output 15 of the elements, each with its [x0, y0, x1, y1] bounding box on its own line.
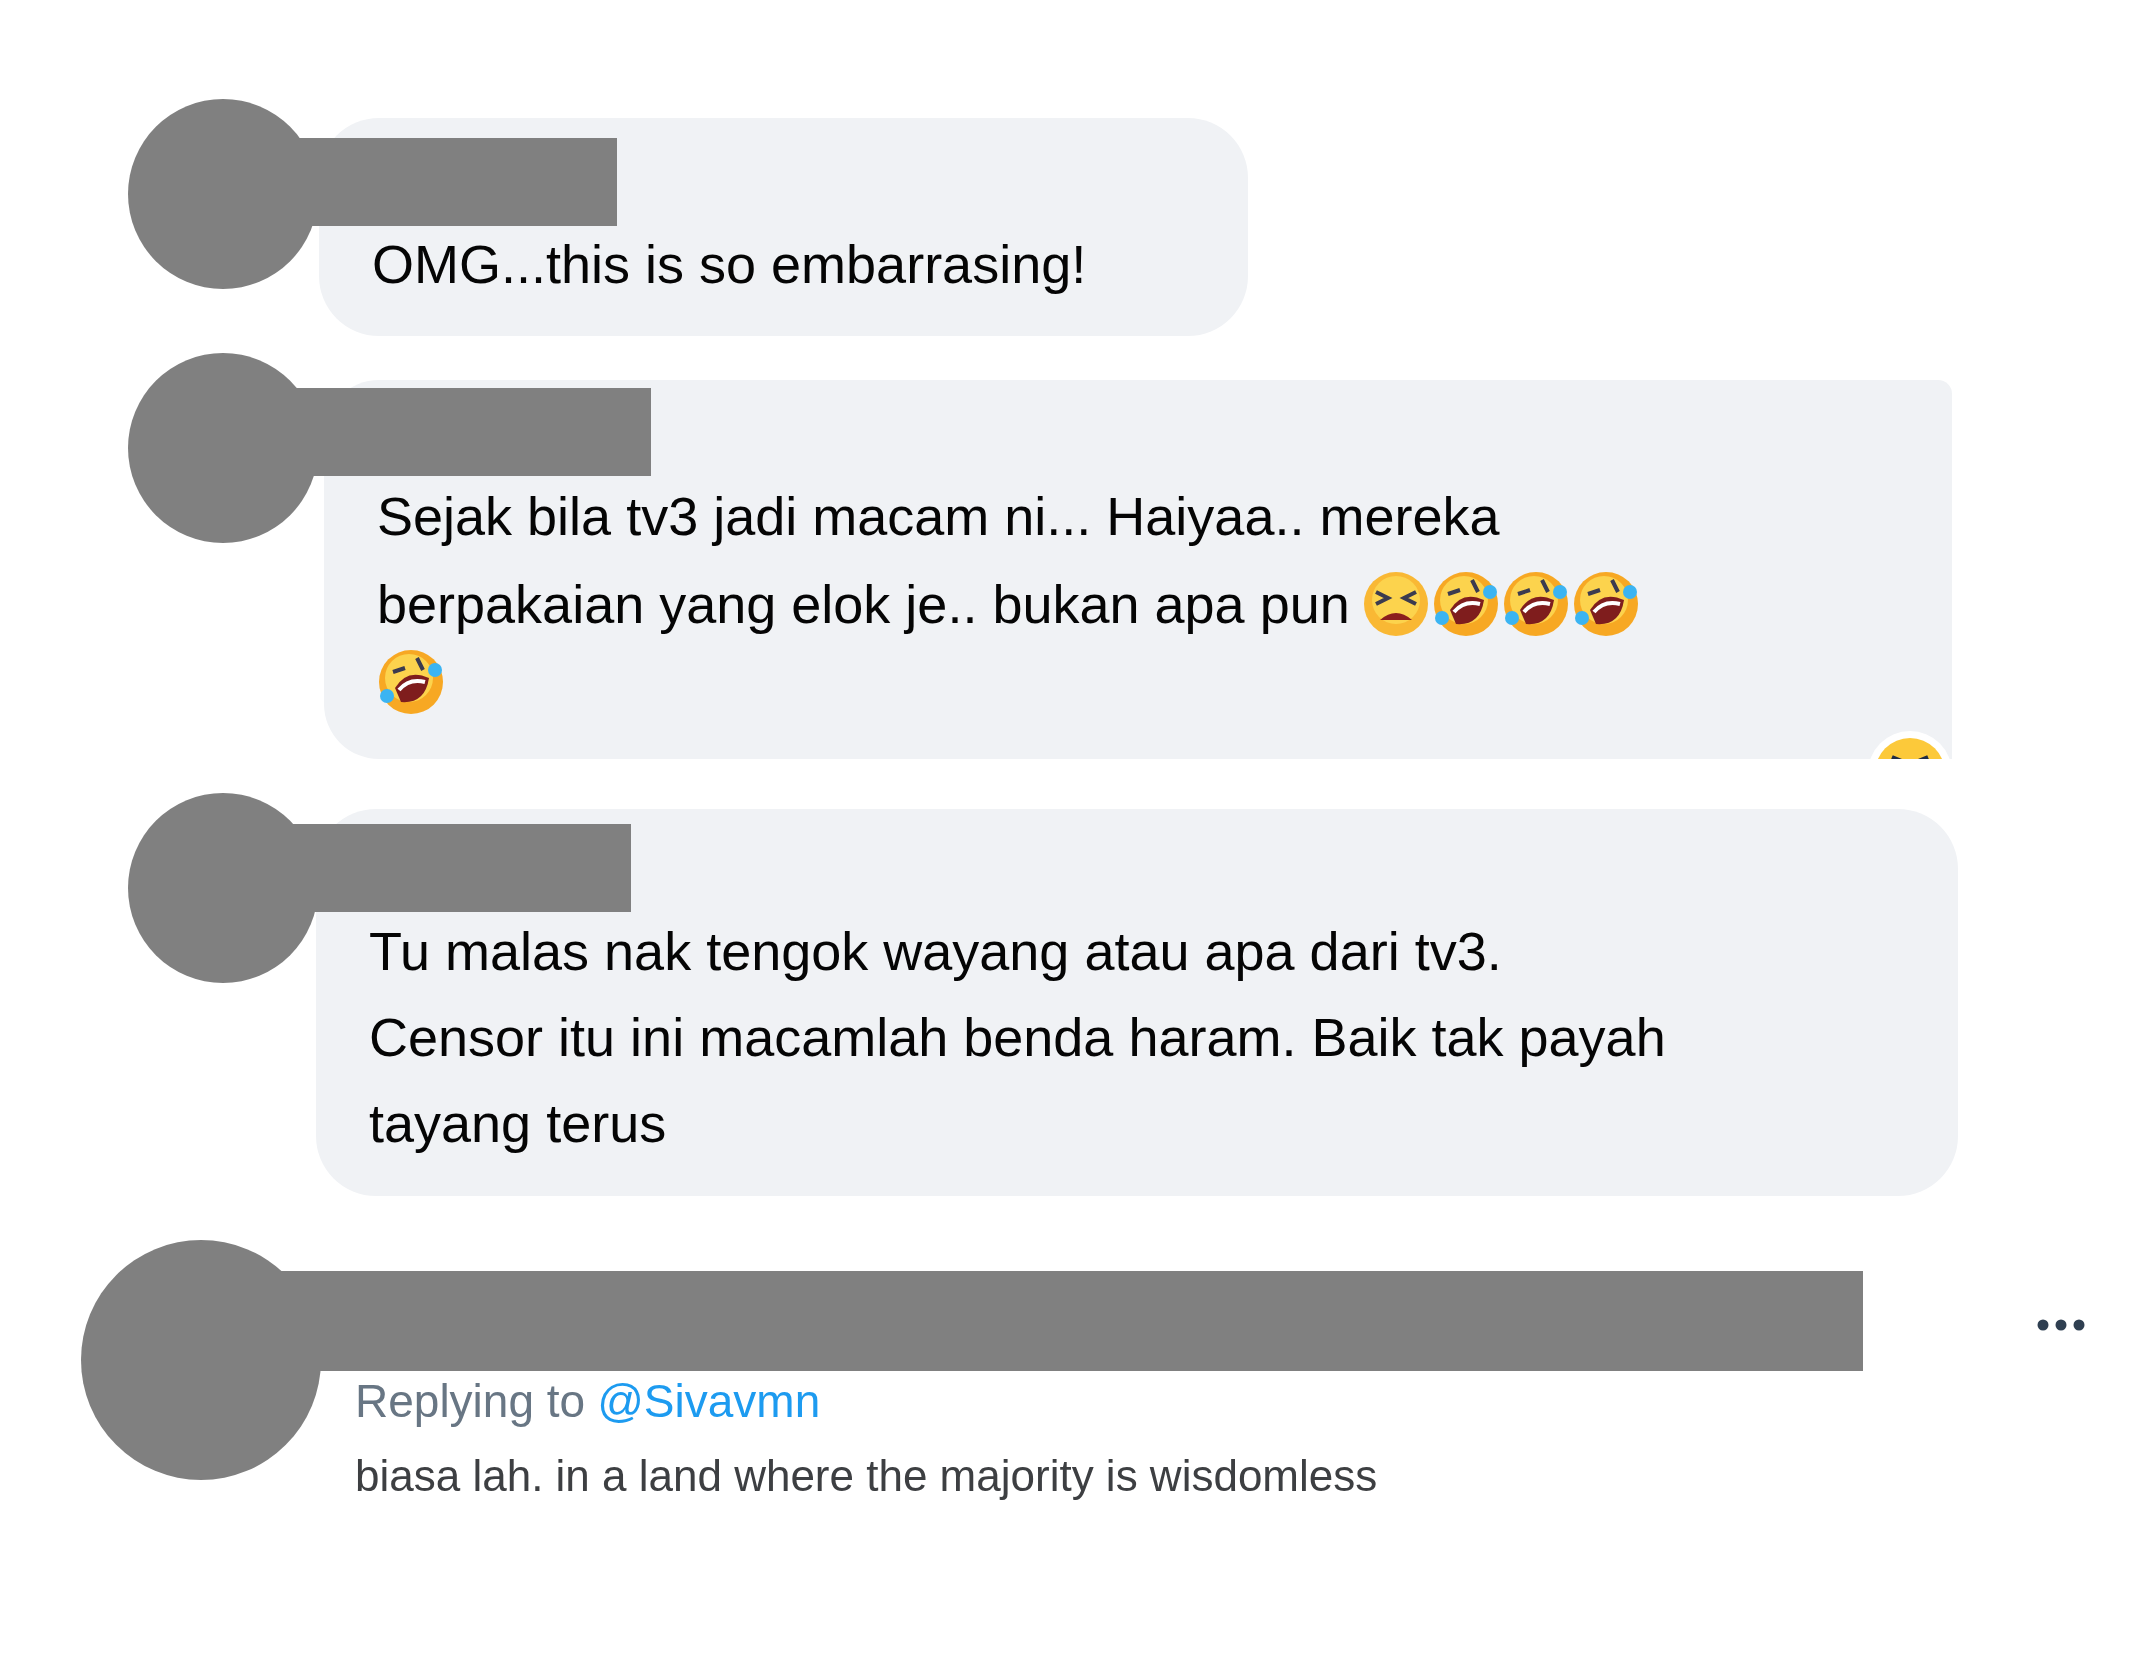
comment-text: Sejak bila tv3 jadi macam ni... Haiyaa.. mereka: [377, 485, 1500, 548]
more-options-icon[interactable]: [2036, 1318, 2086, 1332]
laughing-tears-icon: [1571, 570, 1640, 638]
comment-text: tayang terus: [369, 1092, 667, 1155]
comment-text: OMG...this is so embarrasing!: [372, 233, 1087, 296]
comment-text: berpakaian yang elok je.. bukan apa pun: [377, 573, 1350, 636]
comment-text: Censor itu ini macamlah benda haram. Baik tak payah: [369, 1006, 1666, 1069]
comment-text: Tu malas nak tengok wayang atau apa dari tv3.: [369, 920, 1502, 983]
laughing-tears-icon: [377, 648, 445, 716]
replying-label: Replying to: [355, 1376, 586, 1426]
tired-face-icon: [1361, 570, 1430, 638]
laughing-tears-icon: [1501, 570, 1570, 638]
laughing-tears-icon: [1431, 570, 1500, 638]
handle-link[interactable]: @Sivavmn: [597, 1376, 821, 1426]
tweet-text: biasa lah. in a land where the majority is wisdomless: [355, 1451, 1379, 1501]
